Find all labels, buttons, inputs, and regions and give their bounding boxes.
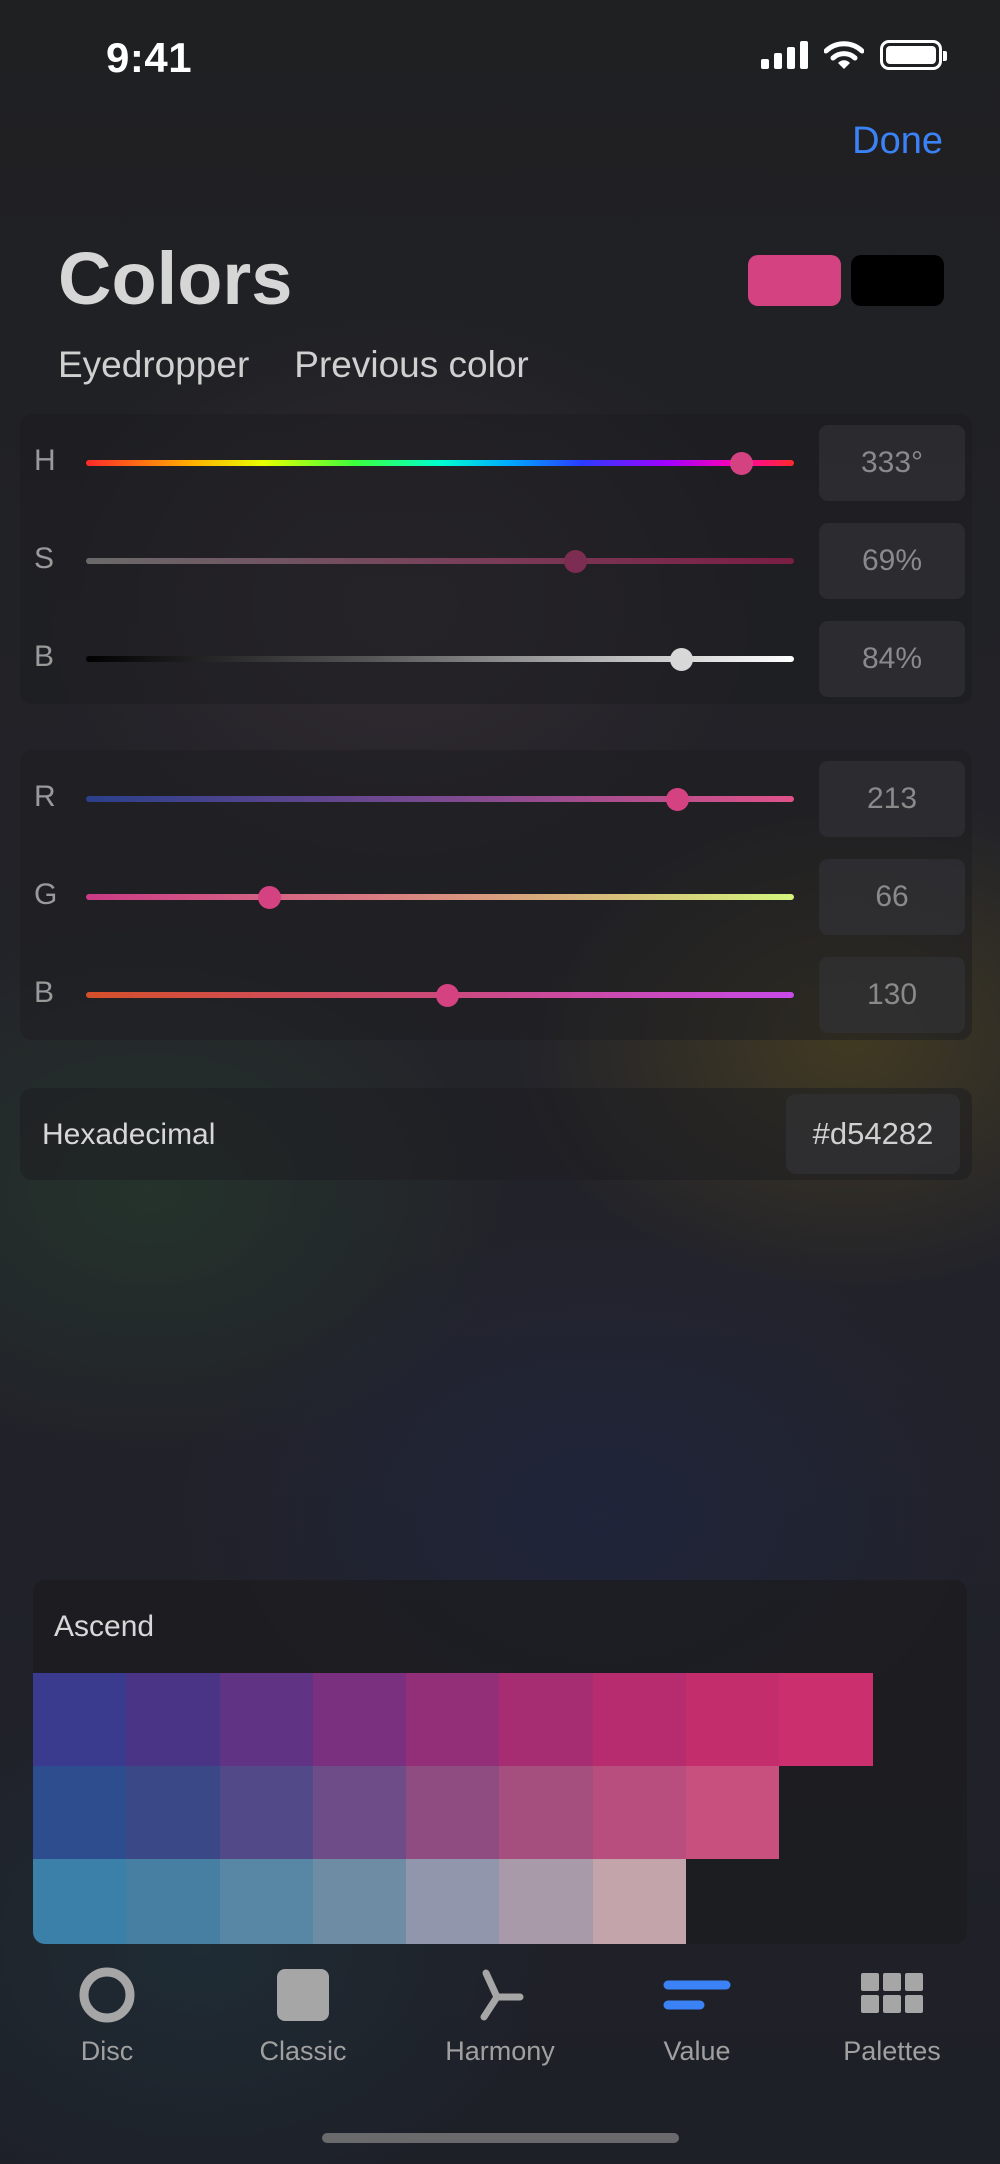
harmony-icon bbox=[480, 1969, 524, 2021]
previous-color-swatch[interactable] bbox=[851, 255, 944, 306]
tab-harmony-label: Harmony bbox=[445, 2036, 555, 2066]
palette-swatch[interactable] bbox=[126, 1673, 220, 1766]
blue-value-field[interactable]: 130 bbox=[819, 957, 965, 1033]
blue-row: B 130 bbox=[20, 946, 972, 1044]
tab-value[interactable]: Value bbox=[602, 1960, 792, 2067]
hue-row: H 333° bbox=[20, 414, 972, 512]
palette-swatch[interactable] bbox=[219, 1673, 313, 1766]
palette-swatch[interactable] bbox=[592, 1673, 687, 1766]
tab-palettes-label: Palettes bbox=[843, 2036, 941, 2066]
blue-label: B bbox=[34, 976, 55, 1009]
palette-swatch[interactable] bbox=[406, 1766, 500, 1859]
saturation-slider-knob[interactable] bbox=[563, 550, 587, 573]
current-color-swatch bbox=[748, 255, 841, 306]
palette-swatch[interactable] bbox=[499, 1766, 593, 1859]
palette-swatch[interactable] bbox=[219, 1859, 313, 1944]
palette-row bbox=[33, 1673, 873, 1766]
disc-icon bbox=[79, 1967, 135, 2023]
tab-bar: Disc Classic Harmony Value Palettes bbox=[0, 1960, 1000, 2080]
red-slider-knob[interactable] bbox=[666, 788, 690, 811]
done-button[interactable]: Done bbox=[852, 120, 943, 163]
palette-swatch[interactable] bbox=[312, 1673, 407, 1766]
eyedropper-button[interactable]: Eyedropper bbox=[58, 344, 249, 386]
hue-slider-knob[interactable] bbox=[729, 452, 753, 475]
hex-input[interactable]: #d54282 bbox=[786, 1094, 960, 1174]
palette-swatch[interactable] bbox=[499, 1673, 593, 1766]
hue-value-field[interactable]: 333° bbox=[819, 425, 965, 501]
tab-classic[interactable]: Classic bbox=[208, 1960, 398, 2067]
status-icons bbox=[761, 40, 947, 70]
red-label: R bbox=[34, 780, 56, 813]
green-row: G 66 bbox=[20, 848, 972, 946]
blue-slider-knob[interactable] bbox=[436, 984, 460, 1007]
palette-swatch[interactable] bbox=[592, 1766, 687, 1859]
classic-square-icon bbox=[277, 1969, 329, 2021]
hex-panel: Hexadecimal #d54282 bbox=[20, 1088, 972, 1180]
tab-disc-label: Disc bbox=[80, 2036, 134, 2066]
palette-swatch[interactable] bbox=[126, 1859, 220, 1944]
wifi-icon bbox=[824, 41, 864, 69]
palette-swatch[interactable] bbox=[33, 1766, 127, 1859]
tab-palettes[interactable]: Palettes bbox=[797, 1960, 987, 2067]
palette-row bbox=[33, 1859, 873, 1944]
palette-swatch[interactable] bbox=[499, 1859, 593, 1944]
palette-swatch[interactable] bbox=[312, 1766, 407, 1859]
palette-swatch[interactable] bbox=[33, 1859, 127, 1944]
palette-title: Ascend bbox=[54, 1610, 155, 1643]
palettes-grid-icon bbox=[861, 1973, 923, 2013]
palette-swatch[interactable] bbox=[779, 1673, 873, 1766]
green-slider-track[interactable] bbox=[86, 894, 794, 900]
tab-classic-label: Classic bbox=[259, 2036, 347, 2066]
hsb-panel: H 333° S 69% B 84% bbox=[20, 414, 972, 704]
battery-icon bbox=[880, 40, 947, 70]
palette-swatch[interactable] bbox=[592, 1859, 687, 1944]
status-time: 9:41 bbox=[106, 34, 193, 81]
home-indicator bbox=[322, 2133, 679, 2143]
palette-row bbox=[33, 1766, 873, 1859]
palette-swatch[interactable] bbox=[686, 1673, 780, 1766]
saturation-slider-track[interactable] bbox=[86, 558, 794, 564]
palette-swatch[interactable] bbox=[33, 1673, 127, 1766]
red-value-field[interactable]: 213 bbox=[819, 761, 965, 837]
brightness-value-field[interactable]: 84% bbox=[819, 621, 965, 697]
palette-swatch[interactable] bbox=[686, 1766, 780, 1859]
brightness-slider-knob[interactable] bbox=[669, 648, 693, 671]
tab-disc[interactable]: Disc bbox=[12, 1960, 202, 2067]
value-sliders-icon bbox=[663, 1980, 731, 2010]
hue-slider-track[interactable] bbox=[86, 460, 794, 466]
palette-panel: Ascend bbox=[33, 1580, 967, 1944]
cellular-signal-icon bbox=[761, 41, 808, 69]
tab-harmony[interactable]: Harmony bbox=[405, 1960, 595, 2067]
brightness-row: B 84% bbox=[20, 610, 972, 708]
saturation-row: S 69% bbox=[20, 512, 972, 610]
hex-label: Hexadecimal bbox=[42, 1118, 216, 1151]
tab-value-label: Value bbox=[663, 2036, 731, 2066]
green-value-field[interactable]: 66 bbox=[819, 859, 965, 935]
palette-swatch[interactable] bbox=[219, 1766, 313, 1859]
hue-label: H bbox=[34, 444, 56, 477]
green-label: G bbox=[34, 878, 58, 911]
palette-swatch[interactable] bbox=[406, 1673, 500, 1766]
brightness-label: B bbox=[34, 640, 55, 673]
rgb-panel: R 213 G 66 B 130 bbox=[20, 750, 972, 1040]
palette-swatch[interactable] bbox=[406, 1859, 500, 1944]
green-slider-knob[interactable] bbox=[258, 886, 282, 909]
red-row: R 213 bbox=[20, 750, 972, 848]
saturation-value-field[interactable]: 69% bbox=[819, 523, 965, 599]
previous-color-button[interactable]: Previous color bbox=[294, 344, 528, 386]
palette-swatch[interactable] bbox=[126, 1766, 220, 1859]
page-title: Colors bbox=[58, 237, 293, 320]
palette-swatch[interactable] bbox=[312, 1859, 407, 1944]
palette-grid bbox=[33, 1673, 873, 1944]
saturation-label: S bbox=[34, 542, 55, 575]
